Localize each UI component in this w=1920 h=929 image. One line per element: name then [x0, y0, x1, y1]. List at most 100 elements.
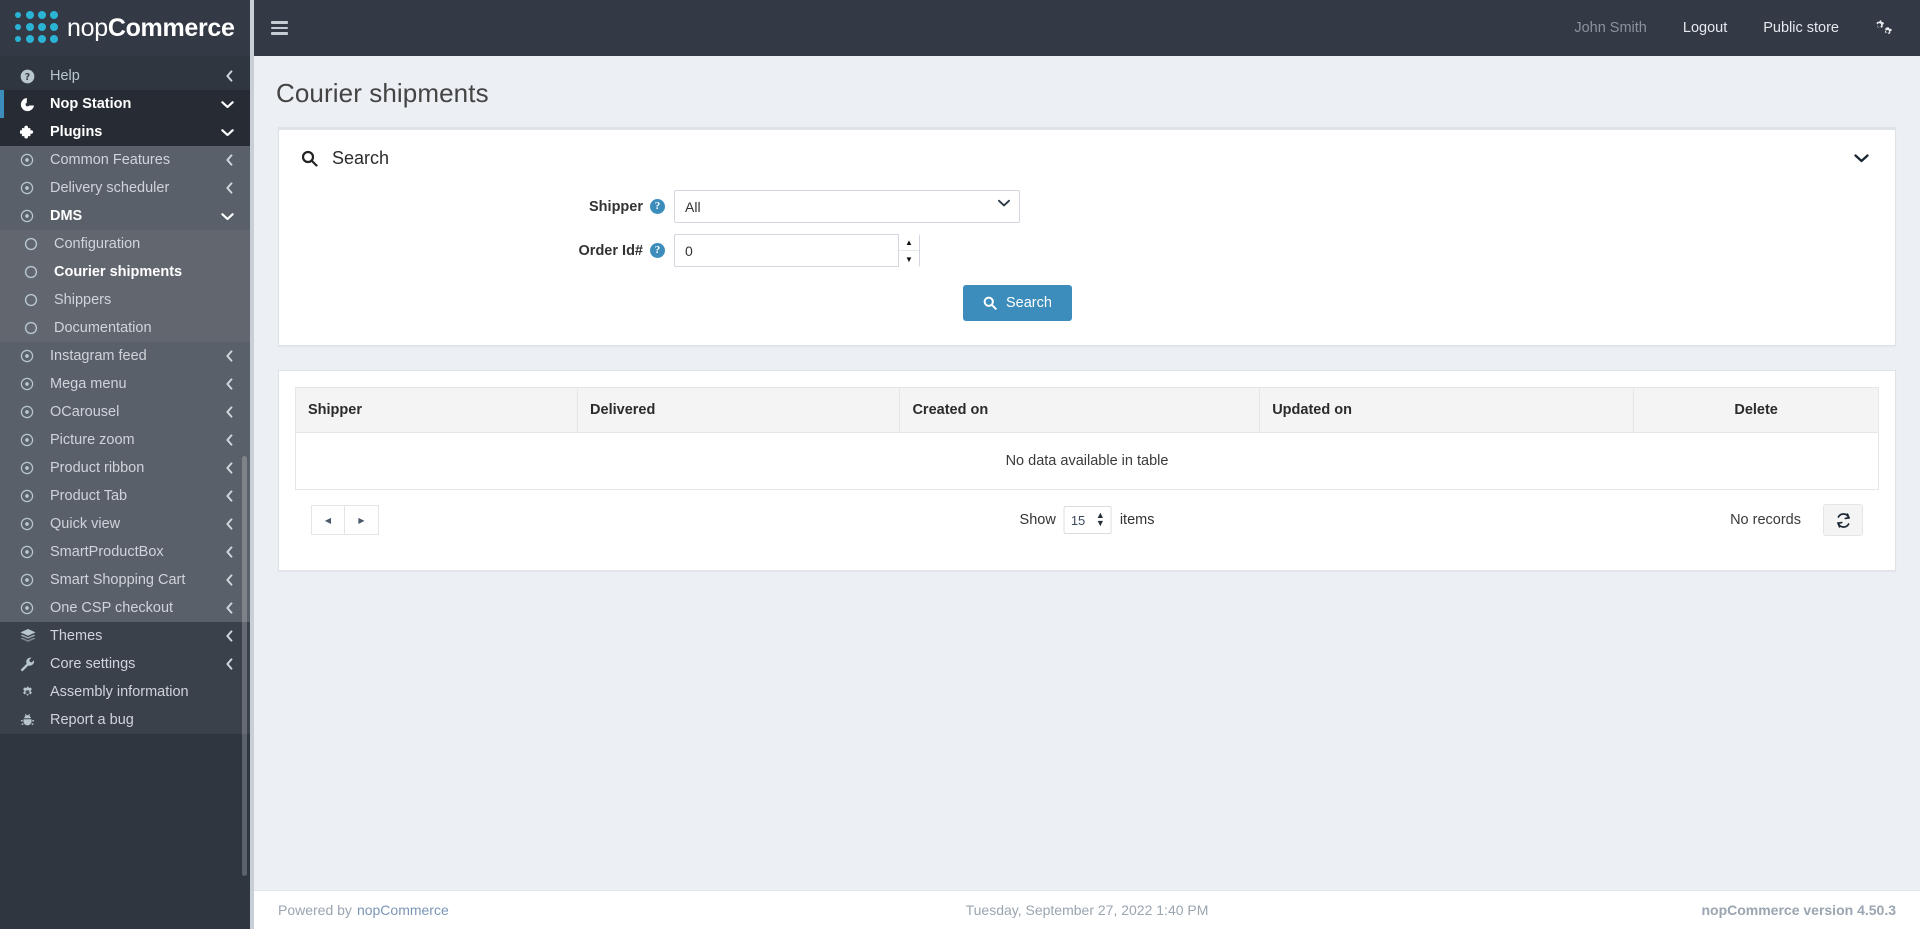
column-header[interactable]: Shipper	[294, 387, 579, 433]
sidebar-link[interactable]: Picture zoom	[0, 426, 250, 454]
question-circle-icon[interactable]: ?	[650, 243, 665, 258]
chevron-left-icon[interactable]	[225, 518, 234, 530]
sidebar-item-picture-zoom[interactable]: Picture zoom	[0, 426, 250, 454]
sidebar-nav-scroll-area[interactable]: Reports?HelpNop StationPluginsCommon Fea…	[0, 56, 250, 929]
sidebar-item-label: SmartProductBox	[50, 544, 164, 560]
sidebar-item-configuration[interactable]: Configuration	[0, 230, 250, 258]
sidebar-link[interactable]: Mega menu	[0, 370, 250, 398]
sidebar-item-plugins[interactable]: Plugins	[0, 118, 250, 146]
sidebar-link[interactable]: Instagram feed	[0, 342, 250, 370]
sidebar-link[interactable]: Product ribbon	[0, 454, 250, 482]
sidebar-link[interactable]: Shippers	[0, 286, 250, 314]
caret-right-icon[interactable]: ▶	[345, 505, 379, 535]
sidebar-item-instagram-feed[interactable]: Instagram feed	[0, 342, 250, 370]
column-header[interactable]: Delete	[1633, 387, 1879, 433]
chevron-left-icon[interactable]	[225, 574, 234, 586]
sidebar-link[interactable]: ? Help	[0, 62, 250, 90]
sidebar-item-product-ribbon[interactable]: Product ribbon	[0, 454, 250, 482]
brand-header[interactable]: nopCommerce	[0, 0, 250, 56]
sidebar-item-delivery-scheduler[interactable]: Delivery scheduler	[0, 174, 250, 202]
chevron-left-icon[interactable]	[225, 462, 234, 474]
caret-down-icon[interactable]: ▼	[899, 251, 919, 267]
chevron-down-icon[interactable]	[221, 212, 234, 221]
chevron-left-icon[interactable]	[225, 546, 234, 558]
sidebar-link[interactable]: Delivery scheduler	[0, 174, 250, 202]
sidebar-link[interactable]: Core settings	[0, 650, 250, 678]
sidebar-item-smartproductbox[interactable]: SmartProductBox	[0, 538, 250, 566]
chevron-left-icon[interactable]	[225, 490, 234, 502]
order-id-input[interactable]	[675, 235, 885, 266]
sidebar-link[interactable]: SmartProductBox	[0, 538, 250, 566]
chevron-left-icon[interactable]	[225, 630, 234, 642]
dot-circle-icon	[20, 349, 42, 363]
chevron-down-icon[interactable]	[221, 128, 234, 137]
empty-message: No data available in table	[295, 432, 1879, 490]
sidebar-link[interactable]: Plugins	[0, 118, 250, 146]
sidebar-link[interactable]: Quick view	[0, 510, 250, 538]
sidebar-item-quick-view[interactable]: Quick view	[0, 510, 250, 538]
page-footer: Powered by nopCommerce Tuesday, Septembe…	[254, 890, 1920, 929]
chevron-left-icon[interactable]	[225, 70, 234, 82]
chevron-left-icon[interactable]	[225, 154, 234, 166]
sidebar-item-smart-shopping-cart[interactable]: Smart Shopping Cart	[0, 566, 250, 594]
sidebar-item-themes[interactable]: Themes	[0, 622, 250, 650]
cogs-icon[interactable]	[1857, 0, 1902, 56]
column-header[interactable]: Delivered	[577, 387, 901, 433]
search-panel: Search Shipper ? All Order Id# ? 0 ▲ ▼ S…	[278, 127, 1896, 346]
page-size-select[interactable]: 15	[1063, 506, 1112, 534]
sidebar-link[interactable]: DMS	[0, 202, 250, 230]
sidebar-link[interactable]: Documentation	[0, 314, 250, 342]
column-header[interactable]: Updated on	[1259, 387, 1635, 433]
sidebar-link[interactable]: Courier shipments	[0, 258, 250, 286]
caret-left-icon[interactable]: ◀	[311, 505, 345, 535]
table-head: Shipper Delivered Created on Updated on Dele…	[294, 387, 1879, 433]
sidebar-item-report-a-bug[interactable]: Report a bug	[0, 706, 250, 734]
chevron-down-icon[interactable]	[221, 100, 234, 109]
chevron-down-icon[interactable]	[1850, 147, 1873, 169]
sidebar-link[interactable]: Assembly information	[0, 678, 250, 706]
sidebar-item-mega-menu[interactable]: Mega menu	[0, 370, 250, 398]
sidebar-item-courier-shipments[interactable]: Courier shipments	[0, 258, 250, 286]
sidebar-scrollbar[interactable]	[242, 456, 247, 876]
sidebar-item-shippers[interactable]: Shippers	[0, 286, 250, 314]
logout-link[interactable]: Logout	[1665, 0, 1745, 56]
sidebar-link[interactable]: Report a bug	[0, 706, 250, 734]
chevron-left-icon[interactable]	[225, 434, 234, 446]
sidebar-item-nop-station[interactable]: Nop Station	[0, 90, 250, 118]
sidebar-item-one-csp-checkout[interactable]: One CSP checkout	[0, 594, 250, 622]
chevron-left-icon[interactable]	[225, 350, 234, 362]
caret-up-icon[interactable]: ▲	[899, 234, 919, 251]
chevron-left-icon[interactable]	[225, 602, 234, 614]
hamburger-menu-icon[interactable]	[254, 0, 304, 56]
sidebar-item-product-tab[interactable]: Product Tab	[0, 482, 250, 510]
chevron-left-icon[interactable]	[225, 378, 234, 390]
sidebar-link[interactable]: Product Tab	[0, 482, 250, 510]
public-store-link[interactable]: Public store	[1745, 0, 1857, 56]
sidebar-item-ocarousel[interactable]: OCarousel	[0, 398, 250, 426]
chevron-left-icon[interactable]	[225, 182, 234, 194]
sidebar-link[interactable]: Nop Station	[0, 90, 250, 118]
svg-text:?: ?	[25, 71, 30, 82]
sidebar-item-help[interactable]: ? Help	[0, 62, 250, 90]
sidebar-link[interactable]: One CSP checkout	[0, 594, 250, 622]
sidebar-item-assembly-information[interactable]: Assembly information	[0, 678, 250, 706]
shipper-select[interactable]: All	[674, 190, 1020, 223]
sidebar-item-core-settings[interactable]: Core settings	[0, 650, 250, 678]
sidebar-item-dms[interactable]: DMS	[0, 202, 250, 230]
chevron-left-icon[interactable]	[225, 658, 234, 670]
search-button[interactable]: Search	[963, 285, 1072, 321]
column-header[interactable]: Created on	[899, 387, 1261, 433]
search-icon	[983, 296, 997, 310]
sidebar-link[interactable]: Smart Shopping Cart	[0, 566, 250, 594]
sidebar-link[interactable]: Configuration	[0, 230, 250, 258]
sidebar-item-documentation[interactable]: Documentation	[0, 314, 250, 342]
page-title: Courier shipments	[276, 78, 489, 108]
sidebar-item-common-features[interactable]: Common Features	[0, 146, 250, 174]
chevron-left-icon[interactable]	[225, 406, 234, 418]
nopcommerce-link[interactable]: nopCommerce	[357, 902, 449, 918]
sidebar-link[interactable]: Themes	[0, 622, 250, 650]
sidebar-link[interactable]: Common Features	[0, 146, 250, 174]
sidebar-link[interactable]: OCarousel	[0, 398, 250, 426]
question-circle-icon[interactable]: ?	[650, 199, 665, 214]
refresh-icon[interactable]	[1823, 504, 1863, 536]
